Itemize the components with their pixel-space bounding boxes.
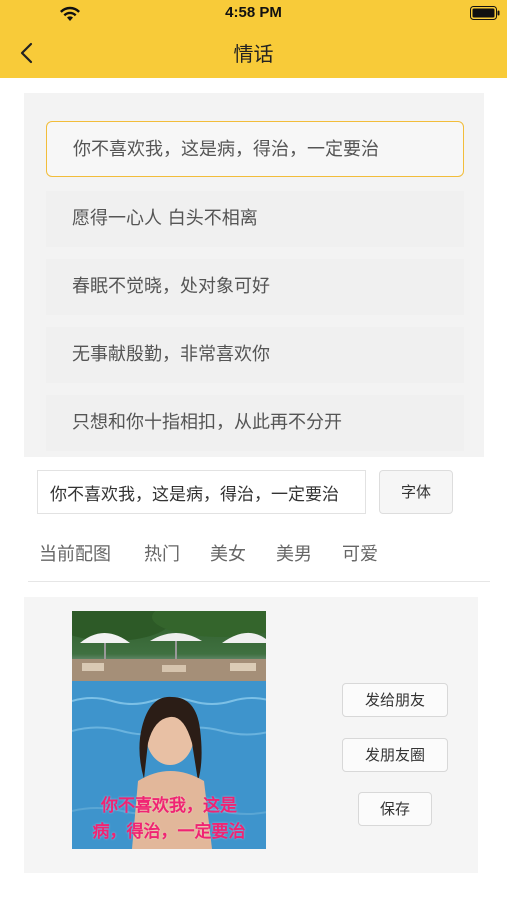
- tab-cute[interactable]: 可爱: [342, 540, 378, 566]
- phrase-item[interactable]: 无事献殷勤，非常喜欢你: [46, 327, 464, 383]
- font-button[interactable]: 字体: [379, 470, 453, 514]
- tab-beauty[interactable]: 美女: [210, 540, 246, 566]
- phrase-list: 你不喜欢我，这是病，得治，一定要治 愿得一心人 白头不相离 春眠不觉晓，处对象可…: [24, 93, 484, 457]
- tab-handsome[interactable]: 美男: [276, 540, 312, 566]
- preview-image: 你不喜欢我，这是 病，得治，一定要治: [72, 611, 266, 849]
- phrase-item[interactable]: 春眠不觉晓，处对象可好: [46, 259, 464, 315]
- battery-icon: [470, 6, 500, 20]
- header: 4:58 PM 情话: [0, 0, 507, 78]
- image-caption-line1: 你不喜欢我，这是: [101, 796, 237, 816]
- status-time: 4:58 PM: [225, 4, 282, 21]
- phrase-item[interactable]: 愿得一心人 白头不相离: [46, 191, 464, 247]
- tab-current-image[interactable]: 当前配图: [39, 540, 111, 566]
- phrase-item[interactable]: 只想和你十指相扣，从此再不分开: [46, 395, 464, 451]
- page-title: 情话: [233, 42, 274, 66]
- save-button[interactable]: 保存: [358, 792, 432, 826]
- phrase-item-selected[interactable]: 你不喜欢我，这是病，得治，一定要治: [46, 121, 464, 177]
- share-moments-button[interactable]: 发朋友圈: [342, 738, 448, 772]
- send-to-friend-button[interactable]: 发给朋友: [342, 683, 448, 717]
- image-caption-line2: 病，得治，一定要治: [92, 822, 246, 842]
- phrase-text-input[interactable]: [37, 470, 366, 514]
- tab-hot[interactable]: 热门: [144, 540, 180, 566]
- tabs-divider: [28, 581, 490, 582]
